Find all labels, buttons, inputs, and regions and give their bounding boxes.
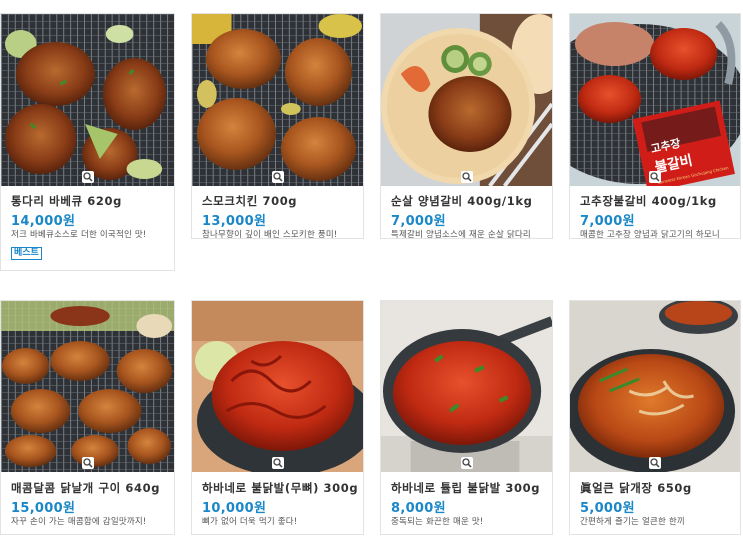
product-name[interactable]: 스모크치킨 700g xyxy=(202,193,297,209)
magnifier-icon[interactable] xyxy=(649,171,661,183)
product-card[interactable]: 순살 양념갈비 400g/1kg 7,000원 특제갈비 양념소스에 재운 순살… xyxy=(380,13,553,239)
product-price: 5,000원 xyxy=(580,501,635,516)
product-description: 뼈가 없어 더욱 먹기 좋다! xyxy=(202,517,298,527)
product-card[interactable]: 매콤달콤 닭날개 구이 640g 15,000원 자꾸 손이 가는 매콤함에 감… xyxy=(0,300,175,535)
product-image[interactable] xyxy=(192,14,363,186)
product-price: 15,000원 xyxy=(11,501,76,516)
product-card[interactable]: 眞얼큰 닭개장 650g 5,000원 간편하게 즐기는 얼큰한 한끼 xyxy=(569,300,741,535)
product-image[interactable] xyxy=(381,14,552,186)
product-card[interactable]: 하바네로 튤립 불닭발 300g 8,000원 중독되는 화끈한 매운 맛! xyxy=(380,300,553,535)
product-price: 14,000원 xyxy=(11,214,76,229)
product-description: 자꾸 손이 가는 매콤함에 감일맛까지! xyxy=(11,517,147,527)
magnifier-icon[interactable] xyxy=(649,457,661,469)
product-image[interactable] xyxy=(570,301,740,472)
product-description: 매콤한 고추장 양념과 닭고기의 하모니 xyxy=(580,230,720,239)
product-name[interactable]: 통다리 바베큐 620g xyxy=(11,193,122,209)
product-image[interactable] xyxy=(1,14,174,186)
product-description: 특제갈비 양념소스에 재운 순살 닭다리 xyxy=(391,230,531,239)
product-name[interactable]: 매콤달콤 닭날개 구이 640g xyxy=(11,480,160,496)
product-image[interactable] xyxy=(1,301,174,472)
product-image[interactable] xyxy=(381,301,552,472)
product-image[interactable]: 고추장 불갈비 Boneless Korean Gochujang Chicke… xyxy=(570,14,740,186)
product-name[interactable]: 순살 양념갈비 400g/1kg xyxy=(391,193,532,209)
product-image[interactable] xyxy=(192,301,363,472)
product-description: 저크 바베큐소스로 더한 이국적인 맛! xyxy=(11,230,147,240)
product-description: 참나무향이 깊이 배인 스모키한 풍미! xyxy=(202,230,338,239)
product-card[interactable]: 고추장 불갈비 Boneless Korean Gochujang Chicke… xyxy=(569,13,741,239)
product-price: 8,000원 xyxy=(391,501,446,516)
magnifier-icon[interactable] xyxy=(271,171,284,183)
product-price: 10,000원 xyxy=(202,501,267,516)
product-price: 7,000원 xyxy=(580,214,635,229)
magnifier-icon[interactable] xyxy=(81,171,94,183)
magnifier-icon[interactable] xyxy=(271,457,284,469)
product-name[interactable]: 고추장불갈비 400g/1kg xyxy=(580,193,717,209)
product-description: 간편하게 즐기는 얼큰한 한끼 xyxy=(580,517,685,527)
product-card[interactable]: 통다리 바베큐 620g 14,000원 저크 바베큐소스로 더한 이국적인 맛… xyxy=(0,13,175,271)
product-name[interactable]: 하바네로 불닭발(무뼈) 300g xyxy=(202,480,358,496)
product-price: 7,000원 xyxy=(391,214,446,229)
product-price: 13,000원 xyxy=(202,214,267,229)
product-description: 중독되는 화끈한 매운 맛! xyxy=(391,517,484,527)
magnifier-icon[interactable] xyxy=(81,457,94,469)
best-badge: 베스트 xyxy=(11,247,42,260)
product-card[interactable]: 스모크치킨 700g 13,000원 참나무향이 깊이 배인 스모키한 풍미! xyxy=(191,13,364,239)
product-card[interactable]: 하바네로 불닭발(무뼈) 300g 10,000원 뼈가 없어 더욱 먹기 좋다… xyxy=(191,300,364,535)
product-name[interactable]: 하바네로 튤립 불닭발 300g xyxy=(391,480,540,496)
product-name[interactable]: 眞얼큰 닭개장 650g xyxy=(580,480,692,496)
magnifier-icon[interactable] xyxy=(460,457,473,469)
magnifier-icon[interactable] xyxy=(460,171,473,183)
